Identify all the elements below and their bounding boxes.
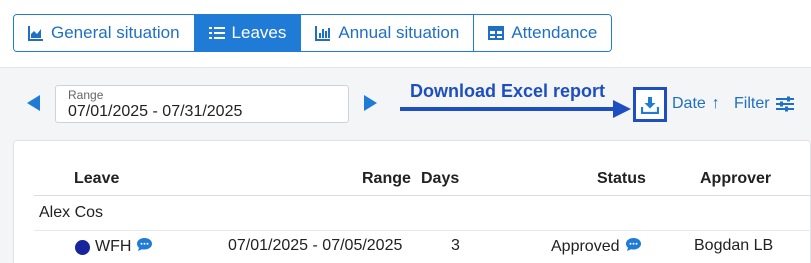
list-icon <box>208 25 225 41</box>
tab-annual-situation[interactable]: Annual situation <box>301 15 475 51</box>
group-divider <box>34 230 811 231</box>
arrow-up-icon: ↑ <box>711 95 720 112</box>
column-header-status[interactable]: Status <box>597 170 646 188</box>
leave-type-cell[interactable]: WFH <box>75 237 153 257</box>
top-bar: General situation Leaves Annual situatio… <box>0 0 811 68</box>
next-range-button[interactable] <box>364 95 377 111</box>
range-field[interactable]: Range 07/01/2025 - 07/31/2025 <box>55 85 349 123</box>
filter-button[interactable]: Filter <box>734 95 794 113</box>
view-tabs: General situation Leaves Annual situatio… <box>13 14 613 52</box>
download-icon <box>641 96 659 114</box>
leave-range-cell: 07/01/2025 - 07/05/2025 <box>228 237 403 254</box>
employee-group-name: Alex Cos <box>39 204 104 221</box>
tab-general-situation[interactable]: General situation <box>14 15 195 51</box>
tab-label: Attendance <box>511 23 598 42</box>
column-header-range[interactable]: Range <box>362 170 411 188</box>
tab-label: Annual situation <box>338 23 460 42</box>
area-chart-icon <box>28 25 44 41</box>
leave-approver-cell: Bogdan LB <box>694 237 774 254</box>
column-header-days[interactable]: Days <box>421 170 459 188</box>
header-divider <box>34 195 811 196</box>
range-field-label: Range <box>68 88 104 102</box>
column-header-leave[interactable]: Leave <box>74 170 119 188</box>
download-annotation-text: Download Excel report <box>410 81 606 101</box>
leaves-table: Leave Range Days Status Approver Alex Co… <box>13 140 811 263</box>
bar-chart-icon <box>315 25 331 41</box>
sort-by-date-button[interactable]: Date ↑ <box>672 95 720 113</box>
previous-range-button[interactable] <box>27 95 40 111</box>
leave-color-dot <box>75 239 90 255</box>
status-text: Approved <box>551 238 620 255</box>
range-field-value: 07/01/2025 - 07/31/2025 <box>68 103 243 120</box>
leave-status-cell: Approved <box>551 237 642 257</box>
filter-sliders-icon <box>775 96 794 112</box>
tab-label: General situation <box>51 23 180 42</box>
leave-type: WFH <box>95 238 132 255</box>
tab-attendance[interactable]: Attendance <box>474 15 612 51</box>
table-icon <box>488 25 505 41</box>
column-header-approver[interactable]: Approver <box>700 170 771 188</box>
sort-label: Date <box>672 95 706 112</box>
annotation-arrow <box>400 100 632 118</box>
download-excel-button[interactable] <box>633 87 667 122</box>
tab-label: Leaves <box>231 23 287 42</box>
comment-icon[interactable] <box>136 237 153 257</box>
comment-icon[interactable] <box>625 237 642 257</box>
filter-label: Filter <box>734 95 770 112</box>
tab-leaves[interactable]: Leaves <box>194 15 302 51</box>
leave-days-cell: 3 <box>451 237 460 254</box>
